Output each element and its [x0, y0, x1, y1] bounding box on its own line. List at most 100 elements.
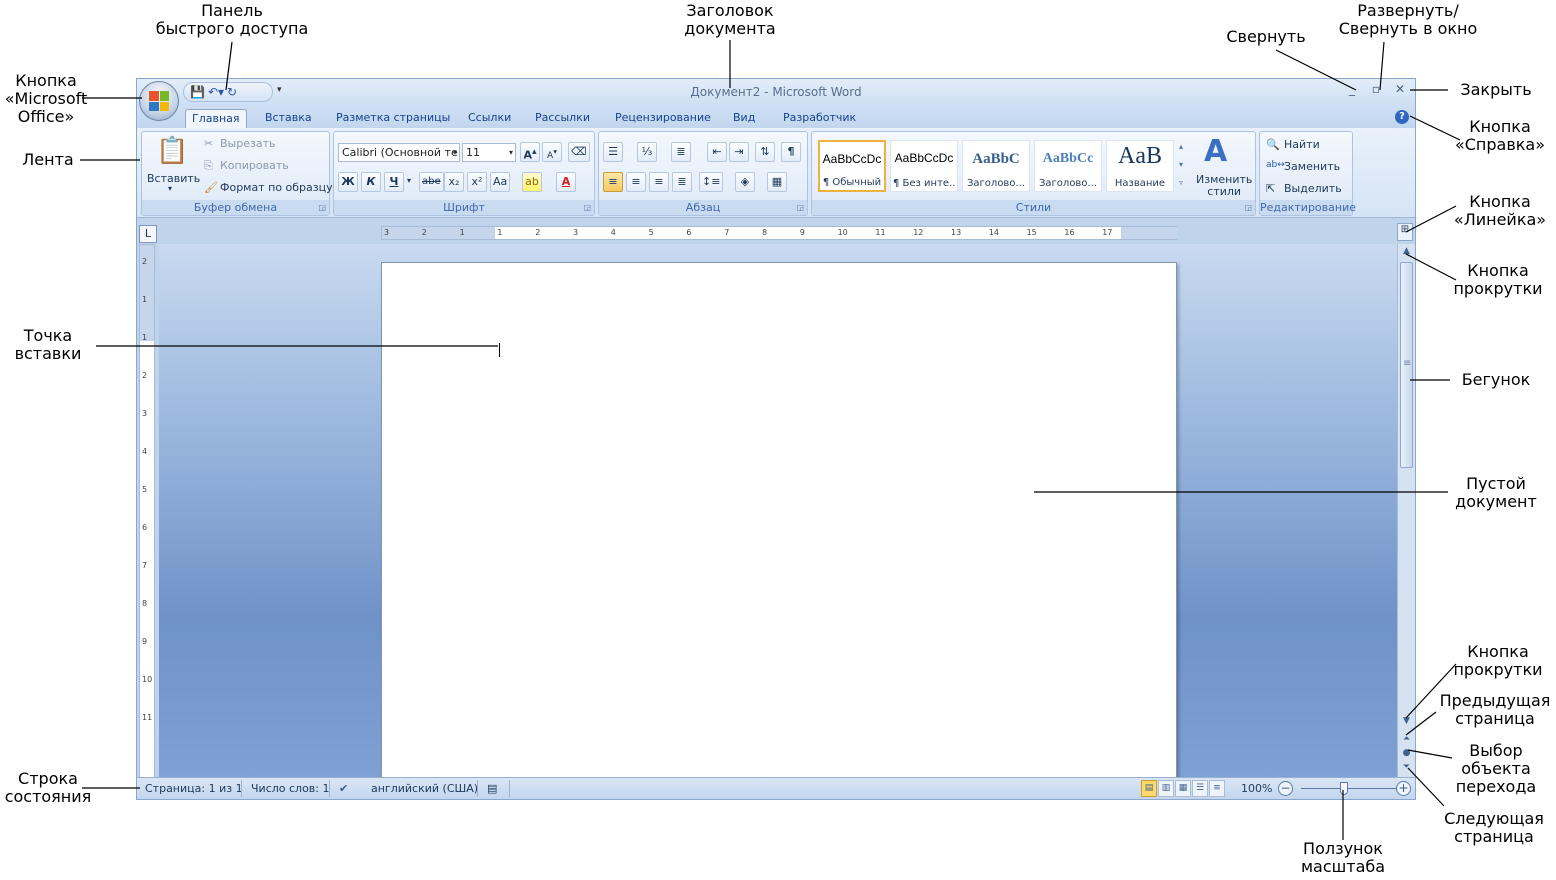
show-formatting-button[interactable]: ¶ — [781, 142, 801, 162]
change-styles-icon[interactable]: A — [1204, 134, 1227, 169]
change-case-button[interactable]: Aa — [490, 172, 511, 192]
undo-icon[interactable]: ↶▾ — [208, 85, 224, 99]
dialog-launcher-icon[interactable]: ◲ — [583, 203, 591, 212]
underline-dropdown-icon[interactable]: ▾ — [407, 176, 411, 185]
save-icon[interactable]: 💾 — [190, 85, 205, 99]
style-tile-no-spacing[interactable]: AaBbCcDc ¶ Без инте... — [890, 140, 958, 192]
tab-home[interactable]: Главная — [185, 109, 247, 128]
tab-insert[interactable]: Вставка — [259, 109, 318, 128]
tab-view[interactable]: Вид — [727, 109, 761, 128]
font-color-icon[interactable]: A — [556, 172, 576, 192]
document-page[interactable] — [381, 262, 1177, 778]
browse-object-button[interactable]: ● — [1399, 748, 1414, 762]
shrink-font-button[interactable]: A▾ — [542, 142, 562, 162]
proofing-icon[interactable]: ✔ — [339, 782, 348, 795]
vertical-scrollbar[interactable]: ▲ ≡ ▼ ⏶ ● ⏷ — [1397, 244, 1415, 778]
minimize-button[interactable]: _ — [1341, 82, 1363, 100]
tab-developer[interactable]: Разработчик — [777, 109, 862, 128]
decrease-indent-icon[interactable]: ⇤ — [707, 142, 727, 162]
dialog-launcher-icon[interactable]: ◲ — [1244, 203, 1252, 212]
paste-dropdown-icon[interactable]: ▾ — [168, 184, 172, 193]
font-size-combo[interactable]: 11 ▾ — [462, 143, 516, 162]
draft-view-icon[interactable]: ≡ — [1209, 780, 1225, 797]
styles-scroll-icon[interactable]: ▴ ▾ ▿ — [1179, 138, 1183, 192]
multilevel-list-icon[interactable]: ≣ — [671, 142, 691, 162]
find-button[interactable]: Найти — [1284, 138, 1320, 151]
zoom-in-button[interactable]: + — [1396, 781, 1411, 796]
style-sample: AaBbCcDc — [894, 151, 954, 165]
tab-mailings[interactable]: Рассылки — [529, 109, 596, 128]
zoom-slider-thumb[interactable] — [1340, 782, 1348, 795]
previous-page-button[interactable]: ⏶ — [1399, 734, 1414, 748]
change-styles-button[interactable]: Изменить стили — [1196, 174, 1252, 198]
bold-button[interactable]: Ж — [338, 172, 358, 192]
italic-button[interactable]: К — [361, 172, 381, 192]
line-spacing-icon[interactable]: ↕≡ — [699, 172, 724, 192]
clear-formatting-icon[interactable]: ⌫ — [568, 142, 590, 162]
dialog-launcher-icon[interactable]: ◲ — [318, 203, 326, 212]
style-name: Заголово... — [1039, 178, 1097, 189]
horizontal-ruler[interactable]: 3 2 1 1 2 3 4 5 6 7 8 9 10 11 12 13 14 15 16 17 — [381, 226, 1177, 240]
style-tile-title[interactable]: AaB Название — [1106, 140, 1174, 192]
dialog-launcher-icon[interactable]: ◲ — [796, 203, 804, 212]
view-ruler-button[interactable]: ⊞ — [1397, 223, 1413, 241]
ruler-tick-label: 4 — [142, 447, 148, 456]
align-right-icon[interactable]: ≡ — [649, 172, 669, 192]
zoom-slider-track[interactable] — [1301, 788, 1403, 789]
style-tile-normal[interactable]: AaBbCcDc ¶ Обычный — [818, 140, 886, 192]
underline-button[interactable]: Ч — [384, 172, 404, 192]
subscript-button[interactable]: x₂ — [444, 172, 464, 192]
full-screen-reading-icon[interactable]: ▥ — [1158, 780, 1174, 797]
style-tile-heading2[interactable]: AaBbCc Заголово... — [1034, 140, 1102, 192]
tab-stop-selector[interactable]: L — [139, 225, 157, 243]
tab-review[interactable]: Рецензирование — [609, 109, 717, 128]
paste-icon[interactable]: 📋 — [156, 136, 188, 166]
scroll-up-button[interactable]: ▲ — [1399, 246, 1414, 260]
style-tile-heading1[interactable]: AaBbC Заголово... — [962, 140, 1030, 192]
macro-recording-icon[interactable]: ▤ — [487, 782, 497, 795]
select-button[interactable]: Выделить — [1284, 182, 1342, 195]
print-layout-view-icon[interactable]: ▤ — [1141, 780, 1157, 797]
callout-help: Кнопка «Справка» — [1454, 117, 1546, 154]
word-count[interactable]: Число слов: 1 — [251, 782, 330, 795]
restore-button[interactable]: ▫ — [1365, 82, 1387, 100]
zoom-level[interactable]: 100% — [1241, 782, 1272, 795]
shading-icon[interactable]: ◈ — [735, 172, 755, 192]
align-center-icon[interactable]: ≡ — [626, 172, 646, 192]
strikethrough-button[interactable]: abe — [419, 172, 444, 192]
ruler-tick-label: 6 — [686, 228, 692, 237]
highlight-icon[interactable]: ab — [522, 172, 542, 192]
next-page-button[interactable]: ⏷ — [1399, 762, 1414, 776]
format-painter-button[interactable]: Формат по образцу — [220, 181, 333, 194]
group-label-paragraph: Абзац — [599, 200, 807, 215]
sort-icon[interactable]: ⇅ — [755, 142, 775, 162]
borders-icon[interactable]: ▦ — [767, 172, 787, 192]
align-left-icon[interactable]: ≡ — [603, 172, 623, 192]
tab-page-layout[interactable]: Разметка страницы — [330, 109, 456, 128]
outline-view-icon[interactable]: ☰ — [1192, 780, 1208, 797]
redo-icon[interactable]: ↻ — [227, 85, 237, 99]
superscript-button[interactable]: x² — [467, 172, 487, 192]
bullets-icon[interactable]: ☰ — [603, 142, 623, 162]
copy-button[interactable]: Копировать — [220, 159, 289, 172]
office-button[interactable] — [139, 81, 179, 121]
help-icon[interactable]: ? — [1395, 110, 1409, 124]
tab-references[interactable]: Ссылки — [462, 109, 517, 128]
language[interactable]: английский (США) — [371, 782, 478, 795]
font-name-combo[interactable]: Calibri (Основной те ▾ — [338, 143, 460, 162]
justify-icon[interactable]: ≣ — [672, 172, 692, 192]
vertical-ruler[interactable]: 2 1 1 2 3 4 5 6 7 8 9 10 11 — [139, 244, 155, 778]
customize-qat-icon[interactable]: ▾ — [277, 85, 282, 95]
close-button[interactable]: ✕ — [1389, 82, 1411, 100]
increase-indent-icon[interactable]: ⇥ — [729, 142, 749, 162]
grow-font-button[interactable]: A▴ — [520, 142, 540, 162]
zoom-out-button[interactable]: − — [1278, 781, 1293, 796]
page-count[interactable]: Страница: 1 из 1 — [145, 782, 243, 795]
cut-button[interactable]: Вырезать — [220, 137, 275, 150]
replace-button[interactable]: Заменить — [1284, 160, 1340, 173]
scroll-thumb[interactable]: ≡ — [1400, 262, 1413, 468]
web-layout-icon[interactable]: ▦ — [1175, 780, 1191, 797]
scroll-down-button[interactable]: ▼ — [1399, 716, 1414, 730]
numbering-icon[interactable]: ⅓ — [637, 142, 657, 162]
paste-button[interactable]: Вставить — [147, 172, 200, 185]
